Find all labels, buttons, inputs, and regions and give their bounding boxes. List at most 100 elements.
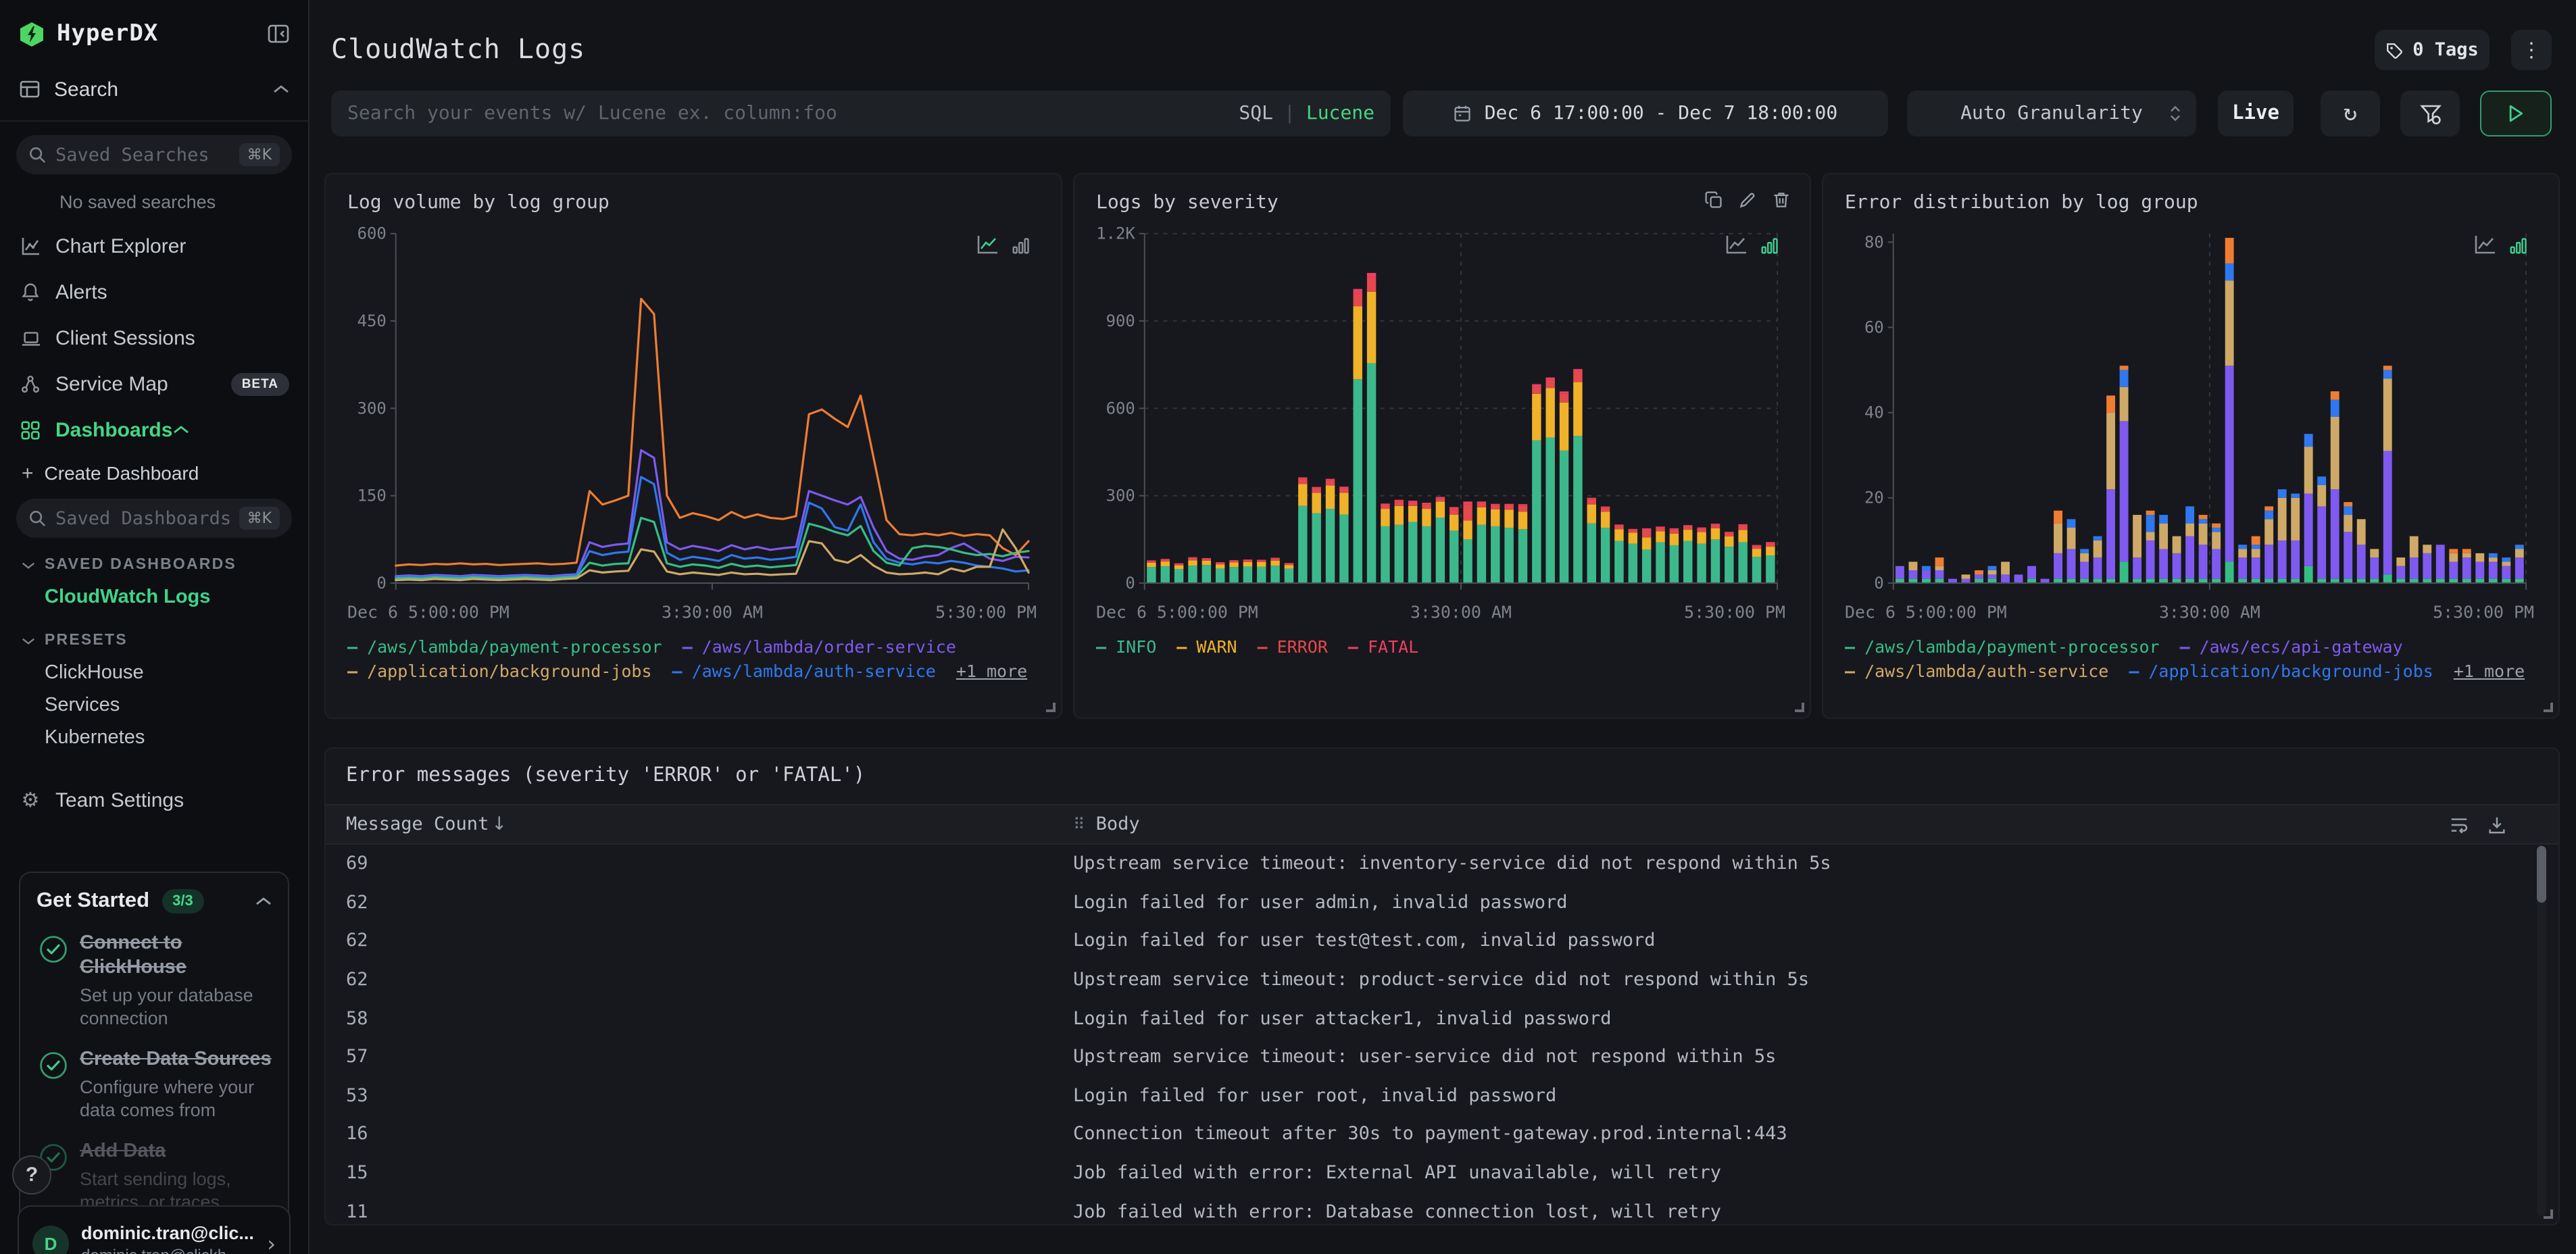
legend-item[interactable]: —/aws/lambda/auth-service bbox=[1845, 660, 2108, 680]
legend-item[interactable]: —/aws/lambda/payment-processor bbox=[1845, 636, 2160, 657]
user-menu[interactable]: D dominic.tran@clic... dominic.tran@clic… bbox=[18, 1205, 291, 1254]
svg-text:20: 20 bbox=[1864, 488, 1884, 507]
sidebar-item-chart-explorer[interactable]: Chart Explorer bbox=[0, 223, 308, 269]
legend-item[interactable]: — INFO bbox=[1096, 636, 1156, 657]
get-started-header[interactable]: Get Started 3/3 bbox=[36, 889, 272, 913]
chart-canvas-log-volume[interactable]: 600 450 300 150 0 Dec 6 5:00:00 PM 3:30:00 AM 5… bbox=[347, 220, 1039, 634]
table-row[interactable]: 11 Job failed with error: Database connec… bbox=[326, 1193, 2558, 1224]
panel-resize-handle[interactable] bbox=[1795, 703, 1804, 712]
table-row[interactable]: 69 Upstream service timeout: inventory-se… bbox=[326, 845, 2558, 883]
no-saved-searches-text: No saved searches bbox=[59, 192, 216, 212]
table-row[interactable]: 15 Job failed with error: External API un… bbox=[326, 1154, 2558, 1193]
granularity-value: Auto Granularity bbox=[1960, 103, 2143, 124]
get-started-step-2[interactable]: Create Data Sources Configure where your… bbox=[36, 1047, 272, 1122]
legend-more-link[interactable]: +1 more bbox=[2454, 660, 2525, 680]
event-search-input[interactable]: Search your events w/ Lucene ex. column:… bbox=[331, 91, 1391, 136]
preset-link-kubernetes[interactable]: Kubernetes bbox=[0, 722, 308, 754]
svg-text:5:30:00 PM: 5:30:00 PM bbox=[2433, 602, 2534, 622]
legend-item[interactable]: —/aws/ecs/api-gateway bbox=[2180, 636, 2403, 657]
kebab-menu-button[interactable]: ⋮ bbox=[2511, 30, 2552, 70]
scrollbar-thumb[interactable] bbox=[2537, 846, 2546, 903]
dashboard-link-cloudwatch-logs[interactable]: CloudWatch Logs bbox=[0, 581, 308, 613]
wrap-text-icon[interactable] bbox=[2449, 814, 2469, 834]
granularity-select[interactable]: Auto Granularity bbox=[1907, 91, 2196, 136]
column-header-body[interactable]: ⠿ Body bbox=[1073, 813, 2449, 835]
panel-resize-handle[interactable] bbox=[2544, 703, 2553, 712]
get-started-step-3[interactable]: Add Data Start sending logs, metrics, or… bbox=[36, 1139, 272, 1213]
duplicate-icon[interactable] bbox=[1704, 191, 1723, 209]
filter-button[interactable] bbox=[2400, 91, 2460, 136]
saved-searches-input[interactable]: Saved Searches ⌘K bbox=[16, 135, 292, 174]
panel-resize-handle[interactable] bbox=[2544, 1209, 2553, 1219]
bar-chart-toggle-icon[interactable] bbox=[2508, 235, 2529, 255]
legend-item[interactable]: —/application/background-jobs bbox=[347, 660, 652, 680]
table-row[interactable]: 62 Login failed for user test@test.com, i… bbox=[326, 922, 2558, 960]
download-icon[interactable] bbox=[2487, 814, 2507, 834]
sidebar-item-team-settings[interactable]: ⚙ Team Settings bbox=[0, 777, 308, 823]
chart-canvas-error-distribution[interactable]: 80 60 40 20 0 Dec 6 5:00:00 PM 3:30:00 AM 5:30:… bbox=[1845, 220, 2537, 634]
legend-item[interactable]: — FATAL bbox=[1348, 636, 1418, 657]
preset-link-services[interactable]: Services bbox=[0, 689, 308, 722]
section-presets[interactable]: PRESETS bbox=[0, 624, 308, 657]
date-range-picker[interactable]: Dec 6 17:00:00 - Dec 7 18:00:00 bbox=[1403, 91, 1888, 136]
table-row[interactable]: 16 Connection timeout after 30s to paymen… bbox=[326, 1115, 2558, 1153]
step-title: Connect to ClickHouse bbox=[80, 932, 187, 978]
live-button[interactable]: Live bbox=[2218, 91, 2294, 136]
line-chart-toggle-icon[interactable] bbox=[1725, 234, 1748, 255]
section-saved-dashboards[interactable]: SAVED DASHBOARDS bbox=[0, 549, 308, 581]
step-desc: Configure where your data comes from bbox=[80, 1077, 255, 1120]
tags-button[interactable]: 0 Tags bbox=[2375, 30, 2490, 70]
drag-handle-icon[interactable]: ⠿ bbox=[1073, 815, 1085, 834]
column-header-message-count[interactable]: Message Count ↓ bbox=[326, 813, 1073, 835]
sidebar-item-search[interactable]: Search bbox=[0, 68, 308, 111]
saved-dashboards-input[interactable]: Saved Dashboards ⌘K bbox=[16, 499, 292, 538]
edit-icon[interactable] bbox=[1738, 191, 1757, 209]
line-chart-toggle-icon[interactable] bbox=[2473, 234, 2496, 255]
cell-body: Job failed with error: External API unav… bbox=[1073, 1162, 1722, 1184]
svg-text:Dec 6 5:00:00 PM: Dec 6 5:00:00 PM bbox=[1845, 602, 2007, 622]
legend-item[interactable]: —/aws/lambda/auth-service bbox=[672, 660, 936, 680]
sidebar-collapse-icon[interactable] bbox=[268, 24, 289, 43]
chevron-up-icon bbox=[172, 424, 189, 435]
run-query-button[interactable] bbox=[2480, 91, 2552, 136]
preset-link-clickhouse[interactable]: ClickHouse bbox=[0, 657, 308, 689]
shortcut-badge: ⌘K bbox=[239, 143, 280, 166]
create-dashboard-button[interactable]: + Create Dashboard bbox=[0, 453, 308, 493]
table-row[interactable]: 57 Upstream service timeout: user-service… bbox=[326, 1038, 2558, 1076]
chart-canvas-logs-by-severity[interactable]: 1.2K 900 600 300 0 Dec 6 5:00:00 PM 3:30:00 AM… bbox=[1096, 220, 1788, 634]
table-row[interactable]: 62 Login failed for user admin, invalid p… bbox=[326, 883, 2558, 922]
table-row[interactable]: 58 Login failed for user attacker1, inval… bbox=[326, 999, 2558, 1038]
bar-chart-toggle-icon[interactable] bbox=[1760, 235, 1780, 255]
line-chart-toggle-icon[interactable] bbox=[976, 234, 999, 255]
legend-row: —/aws/lambda/payment-processor —/aws/lamb… bbox=[347, 635, 1039, 659]
sidebar-item-alerts[interactable]: Alerts bbox=[0, 269, 308, 315]
help-button[interactable]: ? bbox=[12, 1155, 51, 1195]
sidebar-item-service-map[interactable]: Service Map BETA bbox=[0, 361, 308, 407]
hyperdx-app: HyperDX Search Saved Searches ⌘K No save… bbox=[0, 0, 2576, 1254]
calendar-icon bbox=[1454, 104, 1472, 123]
legend-item[interactable]: —/aws/lambda/payment-processor bbox=[347, 636, 662, 657]
sidebar-item-client-sessions[interactable]: Client Sessions bbox=[0, 315, 308, 361]
table-scrollbar[interactable] bbox=[2537, 846, 2546, 1216]
legend-more-link[interactable]: +1 more bbox=[956, 660, 1027, 680]
sql-toggle[interactable]: SQL bbox=[1239, 103, 1273, 124]
cell-message-count: 58 bbox=[346, 1007, 368, 1030]
legend-item[interactable]: — WARN bbox=[1176, 636, 1237, 657]
legend-item[interactable]: —/aws/lambda/order-service bbox=[683, 636, 956, 657]
bar-chart-toggle-icon[interactable] bbox=[1011, 235, 1031, 255]
table-row[interactable]: 62 Upstream service timeout: product-serv… bbox=[326, 961, 2558, 999]
delete-icon[interactable] bbox=[1772, 191, 1791, 209]
panel-resize-handle[interactable] bbox=[1046, 703, 1056, 712]
table-row[interactable]: 53 Login failed for user root, invalid pa… bbox=[326, 1076, 2558, 1115]
svg-text:Dec 6 5:00:00 PM: Dec 6 5:00:00 PM bbox=[347, 602, 510, 622]
svg-text:0: 0 bbox=[1874, 574, 1883, 593]
sidebar-item-dashboards[interactable]: Dashboards bbox=[0, 407, 308, 453]
legend-item[interactable]: — ERROR bbox=[1258, 636, 1328, 657]
lucene-toggle[interactable]: Lucene bbox=[1306, 103, 1374, 124]
table-title: Error messages (severity 'ERROR' or 'FAT… bbox=[346, 765, 866, 786]
panel-title: Log volume by log group bbox=[347, 192, 610, 214]
refresh-button[interactable]: ↻ bbox=[2321, 91, 2380, 136]
get-started-step-1[interactable]: Connect to ClickHouse Set up your databa… bbox=[36, 931, 272, 1030]
cell-body: Upstream service timeout: product-servic… bbox=[1073, 969, 1810, 991]
legend-item[interactable]: —/application/background-jobs bbox=[2129, 660, 2433, 680]
